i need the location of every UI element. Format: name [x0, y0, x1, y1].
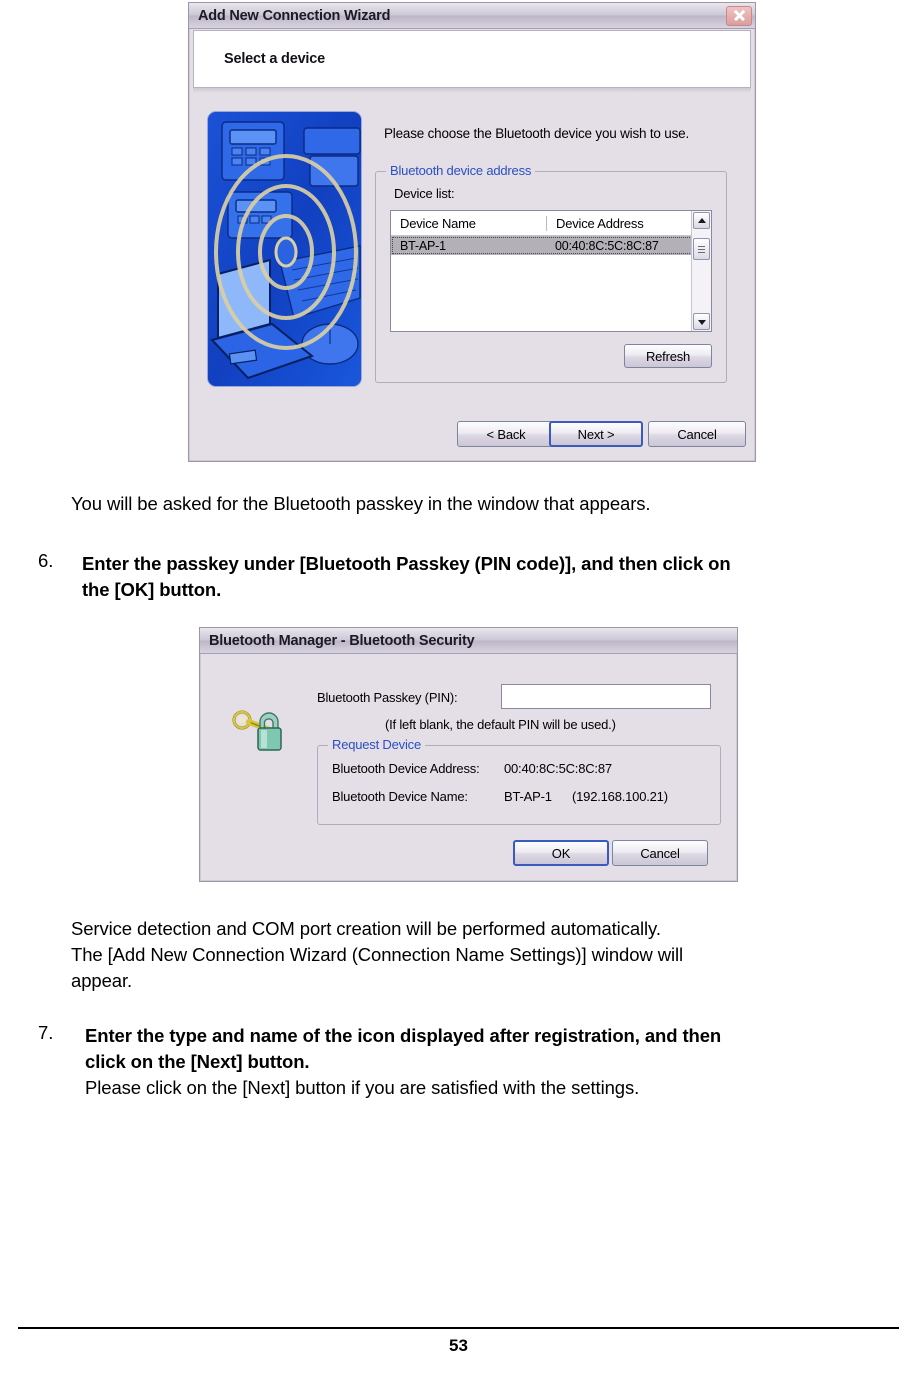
key-lock-icon [228, 698, 286, 757]
security-titlebar: Bluetooth Manager - Bluetooth Security [200, 628, 737, 654]
page-number: 53 [449, 1336, 468, 1355]
bluetooth-security-dialog: Bluetooth Manager - Bluetooth Security B… [199, 627, 738, 882]
chevron-down-icon[interactable] [693, 313, 710, 330]
wizard-titlebar: Add New Connection Wizard [189, 3, 755, 29]
bluetooth-device-address-group: Bluetooth device address Device list: De… [375, 163, 727, 383]
step-6-line-1: Enter the passkey under [Bluetooth Passk… [82, 553, 731, 574]
wizard-prompt: Please choose the Bluetooth device you w… [384, 126, 690, 141]
device-list[interactable]: Device Name Device Address BT-AP-1 00:40… [390, 210, 712, 332]
step-6-number: 6. [38, 550, 54, 571]
step-7-line-1: Enter the type and name of the icon disp… [85, 1025, 722, 1046]
security-cancel-button[interactable]: Cancel [612, 840, 708, 866]
device-name-value: BT-AP-1 [504, 789, 552, 804]
intro-paragraph: You will be asked for the Bluetooth pass… [71, 493, 651, 514]
after-line-1: Service detection and COM port creation … [71, 918, 661, 939]
wizard-title: Add New Connection Wizard [198, 7, 391, 24]
step-7-line-3: Please click on the [Next] button if you… [85, 1077, 640, 1098]
table-row[interactable]: BT-AP-1 00:40:8C:5C:8C:87 [391, 236, 711, 255]
row-device-address: 00:40:8C:5C:8C:87 [555, 238, 659, 253]
column-header-device-address: Device Address [556, 215, 644, 231]
next-button[interactable]: Next > [549, 421, 643, 447]
row-device-name: BT-AP-1 [400, 238, 446, 253]
device-list-scrollbar[interactable] [691, 211, 711, 331]
device-name-ip: (192.168.100.21) [572, 789, 668, 804]
after-line-2: The [Add New Connection Wizard (Connecti… [71, 944, 683, 965]
device-list-header: Device Name Device Address [391, 211, 711, 236]
after-line-3: appear. [71, 970, 133, 991]
footer-divider [18, 1327, 899, 1329]
cancel-button[interactable]: Cancel [648, 421, 746, 447]
refresh-button[interactable]: Refresh [624, 344, 712, 368]
add-new-connection-wizard-dialog: Add New Connection Wizard Select a devic… [188, 2, 756, 462]
step-7-number: 7. [38, 1022, 54, 1043]
security-title: Bluetooth Manager - Bluetooth Security [209, 632, 475, 649]
back-button[interactable]: < Back [457, 421, 555, 447]
device-address-label: Bluetooth Device Address: [332, 761, 480, 776]
ok-button[interactable]: OK [513, 840, 609, 866]
close-icon[interactable] [726, 5, 752, 26]
group-legend-label: Bluetooth device address [386, 163, 536, 178]
wizard-header-shadow [193, 88, 751, 93]
wizard-header-band: Select a device [193, 30, 751, 88]
wizard-step-title: Select a device [224, 51, 325, 67]
column-header-device-name: Device Name [400, 215, 476, 231]
request-device-group: Request Device Bluetooth Device Address:… [317, 737, 721, 825]
request-device-legend: Request Device [328, 737, 425, 752]
device-list-label: Device list: [394, 186, 455, 201]
chevron-up-icon[interactable] [693, 212, 710, 229]
device-name-label: Bluetooth Device Name: [332, 789, 468, 804]
bluetooth-devices-illustration-icon [207, 111, 362, 387]
scrollbar-thumb[interactable] [693, 238, 710, 260]
passkey-label: Bluetooth Passkey (PIN): [317, 690, 458, 705]
step-6-line-2: the [OK] button. [82, 579, 222, 600]
passkey-hint: (If left blank, the default PIN will be … [385, 717, 616, 732]
passkey-input[interactable] [501, 684, 711, 709]
step-7-line-2: click on the [Next] button. [85, 1051, 310, 1072]
device-address-value: 00:40:8C:5C:8C:87 [504, 761, 612, 776]
